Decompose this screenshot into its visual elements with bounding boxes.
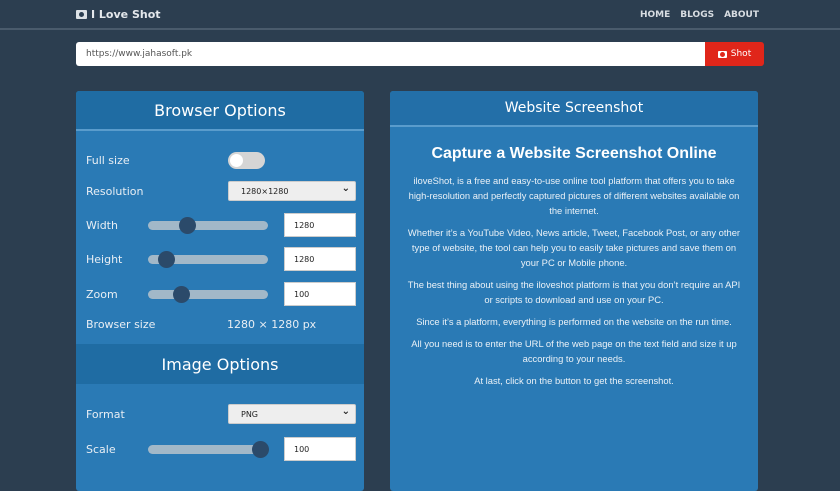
scale-slider-thumb[interactable] <box>252 440 269 458</box>
browser-size-label: Browser size <box>86 317 156 331</box>
navbar: I Love Shot HOME BLOGS ABOUT <box>0 0 840 30</box>
format-row: Format PNG <box>86 403 356 425</box>
width-slider[interactable] <box>148 216 268 234</box>
website-screenshot-panel: Website Screenshot Capture a Website Scr… <box>390 91 758 491</box>
zoom-slider[interactable] <box>148 285 268 303</box>
camera-icon <box>717 50 727 58</box>
paragraph: All you need is to enter the URL of the … <box>411 338 737 364</box>
height-slider[interactable] <box>148 250 268 268</box>
width-slider-thumb[interactable] <box>179 216 197 234</box>
width-row: Width 1280 <box>86 213 356 237</box>
paragraph: iloveShot, is a free and easy-to-use onl… <box>408 175 740 216</box>
paragraph: Since it’s a platform, everything is per… <box>416 316 732 327</box>
height-row: Height 1280 <box>86 247 356 271</box>
full-size-toggle[interactable] <box>228 151 265 169</box>
brand-logo[interactable]: I Love Shot <box>76 8 161 21</box>
resolution-select[interactable]: 1280×1280 <box>228 181 356 201</box>
paragraph: Whether it’s a YouTube Video, News artic… <box>407 227 741 268</box>
nav-menu: HOME BLOGS ABOUT <box>640 10 759 20</box>
nav-about[interactable]: ABOUT <box>724 10 759 20</box>
height-label: Height <box>86 252 123 266</box>
zoom-slider-thumb[interactable] <box>172 285 190 303</box>
browser-size-row: Browser size 1280 × 1280 px <box>86 313 354 335</box>
zoom-input[interactable]: 100 <box>284 282 356 306</box>
shot-label: Shot <box>730 49 752 59</box>
website-screenshot-title: Website Screenshot <box>390 91 758 127</box>
scale-row: Scale 100 <box>86 437 356 461</box>
resolution-label: Resolution <box>86 184 144 198</box>
shot-button[interactable]: Shot <box>705 42 764 66</box>
scale-label: Scale <box>86 442 116 456</box>
format-label: Format <box>86 407 125 421</box>
browser-options-title: Browser Options <box>76 91 364 131</box>
full-size-row: Full size <box>86 149 354 171</box>
brand-name: I Love Shot <box>91 8 161 21</box>
image-options-title: Image Options <box>76 344 364 384</box>
format-select[interactable]: PNG <box>228 404 356 424</box>
height-input[interactable]: 1280 <box>284 247 356 271</box>
nav-home[interactable]: HOME <box>640 10 670 20</box>
scale-slider[interactable] <box>148 440 269 458</box>
resolution-row: Resolution 1280×1280 <box>86 180 356 202</box>
paragraph: At last, click on the button to get the … <box>474 375 674 386</box>
height-slider-thumb[interactable] <box>158 250 176 268</box>
camera-icon <box>76 10 87 19</box>
width-input[interactable]: 1280 <box>284 213 356 237</box>
zoom-row: Zoom 100 <box>86 282 356 306</box>
url-input[interactable] <box>76 42 705 66</box>
paragraph: The best thing about using the iloveshot… <box>407 279 741 305</box>
full-size-label: Full size <box>86 153 130 167</box>
main-heading: Capture a Website Screenshot Online <box>431 145 717 162</box>
scale-input[interactable]: 100 <box>284 437 356 461</box>
zoom-label: Zoom <box>86 287 118 301</box>
browser-options-panel: Browser Options Full size Resolution 1280… <box>76 91 364 491</box>
width-label: Width <box>86 218 118 232</box>
nav-blogs[interactable]: BLOGS <box>680 10 714 20</box>
browser-size-value: 1280 × 1280 px <box>227 317 317 331</box>
